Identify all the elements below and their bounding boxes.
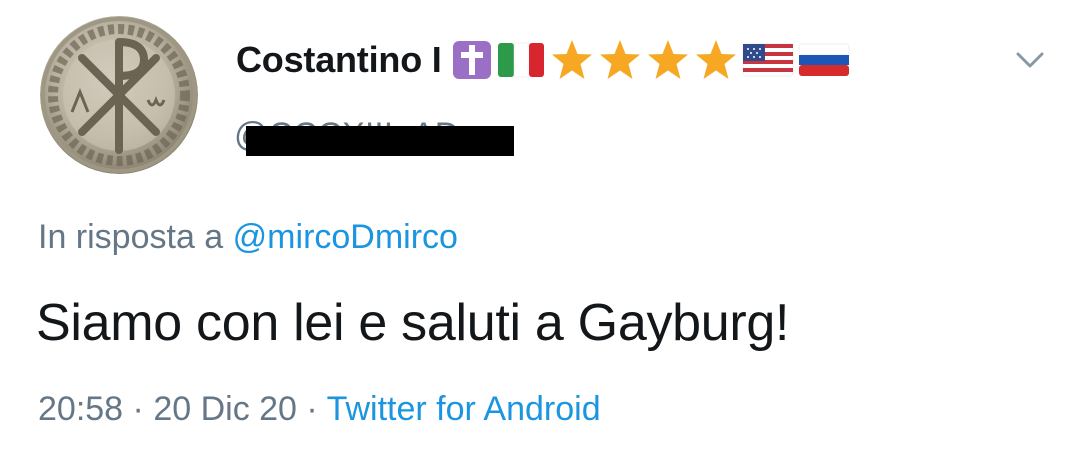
meta-separator: · xyxy=(306,390,318,428)
display-name[interactable]: Costantino I xyxy=(236,39,442,81)
russia-flag-icon xyxy=(798,40,850,80)
chi-rho-medallion-icon xyxy=(40,16,198,174)
tweet-time[interactable]: 20:58 xyxy=(38,390,123,428)
star-icon xyxy=(550,39,594,81)
star-icon xyxy=(646,39,690,81)
usa-flag-icon xyxy=(742,40,794,80)
tweet-meta: 20:58 · 20 Dic 20 · Twitter for Android xyxy=(38,390,601,429)
handle[interactable]: @CCCXIII_AD xyxy=(234,112,514,156)
meta-separator: · xyxy=(132,390,144,428)
reply-prefix: In risposta a xyxy=(38,218,224,256)
tweet-text: Siamo con lei e saluti a Gayburg! xyxy=(36,294,790,352)
reply-context: In risposta a @mircoDmirco xyxy=(38,218,458,257)
tweet-source-link[interactable]: Twitter for Android xyxy=(327,390,601,428)
italy-flag-icon xyxy=(496,40,546,80)
reply-handle-link[interactable]: @mircoDmirco xyxy=(233,218,458,256)
star-icon xyxy=(694,39,738,81)
redaction-bar xyxy=(246,126,514,156)
star-icon xyxy=(598,39,642,81)
latin-cross-icon xyxy=(452,40,492,80)
tweet-date[interactable]: 20 Dic 20 xyxy=(153,390,297,428)
chevron-down-icon[interactable] xyxy=(1010,40,1050,80)
avatar[interactable] xyxy=(40,16,198,174)
name-row: Costantino I xyxy=(236,38,854,82)
